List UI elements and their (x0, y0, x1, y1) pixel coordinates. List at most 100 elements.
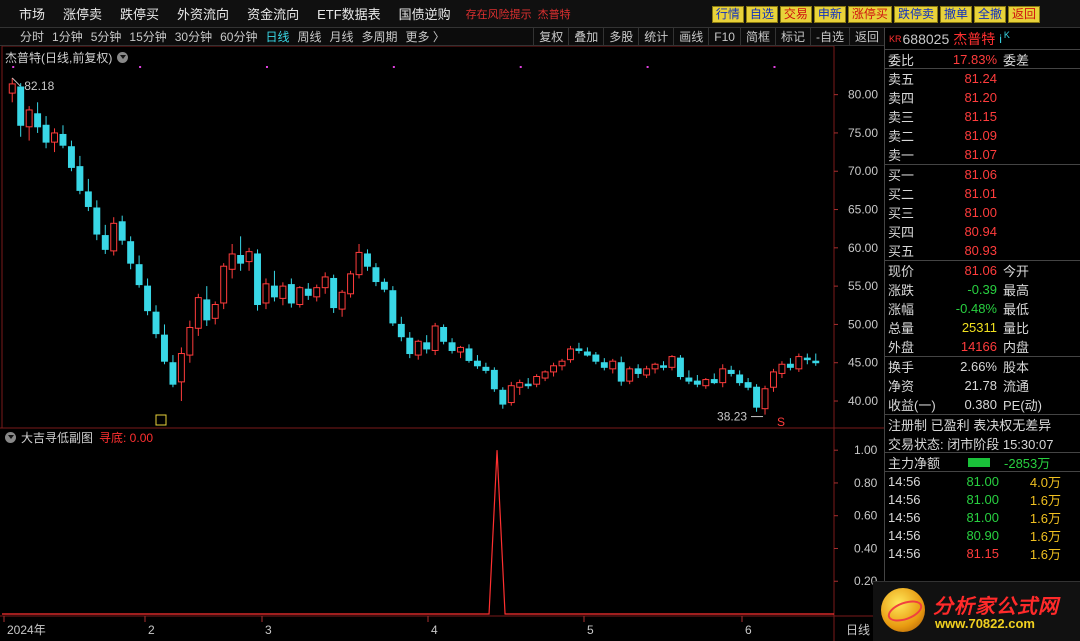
candle-body (237, 254, 245, 264)
stat-value: -0.39 (967, 282, 997, 297)
low-price-label: 38.23 (717, 410, 747, 424)
bid-price: 81.00 (964, 205, 997, 220)
toolbar-back-button[interactable]: 返回 (848, 28, 884, 46)
chart-settings-icon[interactable] (117, 52, 129, 63)
ask-row[interactable]: 卖四 81.20 (885, 88, 1080, 107)
period-tab-monthly[interactable]: 月线 (326, 28, 358, 45)
candle-body (380, 281, 388, 290)
multi-stock-button[interactable]: 多股 (603, 28, 638, 46)
candle-body (550, 365, 558, 373)
sub-ytick-label: 1.00 (854, 443, 878, 457)
xtick-label: 6 (745, 623, 752, 637)
stat2-label2: 股本 (1003, 360, 1030, 375)
bid-row[interactable]: 买二 81.01 (885, 184, 1080, 203)
candle-body (423, 342, 431, 350)
candle-body (770, 371, 777, 388)
period-tab-30min[interactable]: 30分钟 (171, 28, 216, 45)
globe-logo-icon (881, 588, 925, 632)
ask-row[interactable]: 卖三 81.15 (885, 107, 1080, 126)
bid-row[interactable]: 买一 81.06 (885, 165, 1080, 184)
tick-row: 14:56 81.15 1.6万 (885, 544, 1080, 562)
mark-button[interactable]: 标记 (774, 28, 810, 46)
candle-body (389, 290, 397, 324)
period-tab-weekly[interactable]: 周线 (293, 28, 325, 45)
sub-chart-settings-icon[interactable] (5, 432, 16, 443)
adjust-button[interactable]: 复权 (533, 28, 568, 46)
stock-code: 688025 (902, 30, 950, 47)
sub-ytick-label: 0.40 (854, 541, 878, 555)
chart-area[interactable]: 80.00 75.00 70.00 65.00 60.00 55.00 50.00 45.00… (0, 46, 884, 641)
top-menu-bar: 市场 涨停卖 跌停买 外资流向 资金流向 ETF数据表 国债逆购 存在风险提示 … (0, 0, 1080, 28)
candle-body (84, 191, 92, 207)
period-tab-1min[interactable]: 1分钟 (48, 28, 87, 45)
bid-row[interactable]: 买四 80.94 (885, 222, 1080, 241)
bid-label: 买五 (888, 244, 915, 259)
stat-row: 现价 81.06 今开 (885, 261, 1080, 280)
stat-label: 外盘 (888, 340, 915, 355)
period-tab-more[interactable]: 更多 〉 (402, 28, 449, 45)
watermark-logo: 分析家公式网 www.70822.com (873, 581, 1080, 641)
menu-market[interactable]: 市场 (0, 4, 54, 23)
candle-body (287, 284, 295, 304)
remove-watchlist-button[interactable]: -自选 (809, 28, 849, 46)
candle-body (541, 371, 549, 379)
candle-body (668, 356, 676, 368)
quote-button[interactable]: 行情 (711, 6, 744, 23)
draw-line-button[interactable]: 画线 (673, 28, 708, 46)
ask-row[interactable]: 卖二 81.09 (885, 126, 1080, 145)
period-tab-multi[interactable]: 多周期 (358, 28, 402, 45)
k-icon[interactable]: K (1004, 30, 1010, 40)
candle-body (744, 382, 752, 388)
candle-body (803, 357, 811, 361)
bid-list: 买一 81.06 买二 81.01 买三 81.00 买四 80.94 买五 80.93 (885, 165, 1080, 261)
simple-frame-button[interactable]: 简框 (739, 28, 775, 46)
sub-chart-title: 大吉寻低副图 寻底: 0.00 (5, 429, 153, 446)
limitup-buy-button[interactable]: 涨停买 (847, 6, 892, 23)
menu-limitup-sell[interactable]: 涨停卖 (54, 4, 111, 23)
ask-label: 卖五 (888, 72, 915, 87)
menu-foreign-flow[interactable]: 外资流向 (168, 4, 238, 23)
menu-etf-table[interactable]: ETF数据表 (308, 4, 390, 23)
candle-body (676, 357, 684, 378)
back-button[interactable]: 返回 (1007, 6, 1040, 23)
candle-body (617, 362, 625, 382)
candle-body (397, 323, 405, 338)
tick-time: 14:56 (888, 491, 921, 507)
period-tab-5min[interactable]: 5分钟 (87, 28, 126, 45)
stat-label: 总量 (888, 321, 915, 336)
watchlist-button[interactable]: 自选 (745, 6, 778, 23)
candle-body (321, 276, 329, 289)
trade-status-text: 交易状态: 闭市阶段 15:30:07 (888, 436, 1054, 452)
stock-app-window: 市场 涨停卖 跌停买 外资流向 资金流向 ETF数据表 国债逆购 存在风险提示 … (0, 0, 1080, 641)
overlay-button[interactable]: 叠加 (568, 28, 603, 46)
candle-body (414, 340, 422, 356)
menu-repo[interactable]: 国债逆购 (390, 4, 460, 23)
menu-limitdown-buy[interactable]: 跌停买 (111, 4, 168, 23)
ask-row[interactable]: 卖一 81.07 (885, 145, 1080, 164)
kline-chart[interactable]: 80.00 75.00 70.00 65.00 60.00 55.00 50.00 45.00… (0, 46, 884, 641)
f10-button[interactable]: F10 (708, 28, 740, 46)
ytick-label: 65.00 (848, 203, 878, 217)
stats-button[interactable]: 统计 (638, 28, 673, 46)
info-icon[interactable]: i (999, 32, 1002, 46)
candle-body (59, 133, 67, 146)
trade-button[interactable]: 交易 (779, 6, 812, 23)
period-tab-daily[interactable]: 日线 (261, 28, 293, 45)
order-diff-label: 委差 (1003, 52, 1030, 68)
candle-body (465, 348, 473, 361)
limitdown-sell-button[interactable]: 跌停卖 (893, 6, 938, 23)
box-mark-icon (155, 414, 167, 426)
ask-row[interactable]: 卖五 81.24 (885, 69, 1080, 88)
cancel-all-button[interactable]: 全撤 (973, 6, 1006, 23)
ipo-button[interactable]: 申新 (813, 6, 846, 23)
quote-header: KR 688025 杰普特 i K (885, 28, 1080, 50)
period-tab-15min[interactable]: 15分钟 (125, 28, 170, 45)
signal-dot (12, 66, 15, 68)
bid-row[interactable]: 买三 81.00 (885, 203, 1080, 222)
bid-row[interactable]: 买五 80.93 (885, 241, 1080, 260)
cancel-order-button[interactable]: 撤单 (939, 6, 972, 23)
period-tab-60min[interactable]: 60分钟 (216, 28, 261, 45)
period-tab-intraday[interactable]: 分时 (0, 28, 48, 45)
menu-fund-flow[interactable]: 资金流向 (238, 4, 308, 23)
candle-body (660, 365, 667, 368)
